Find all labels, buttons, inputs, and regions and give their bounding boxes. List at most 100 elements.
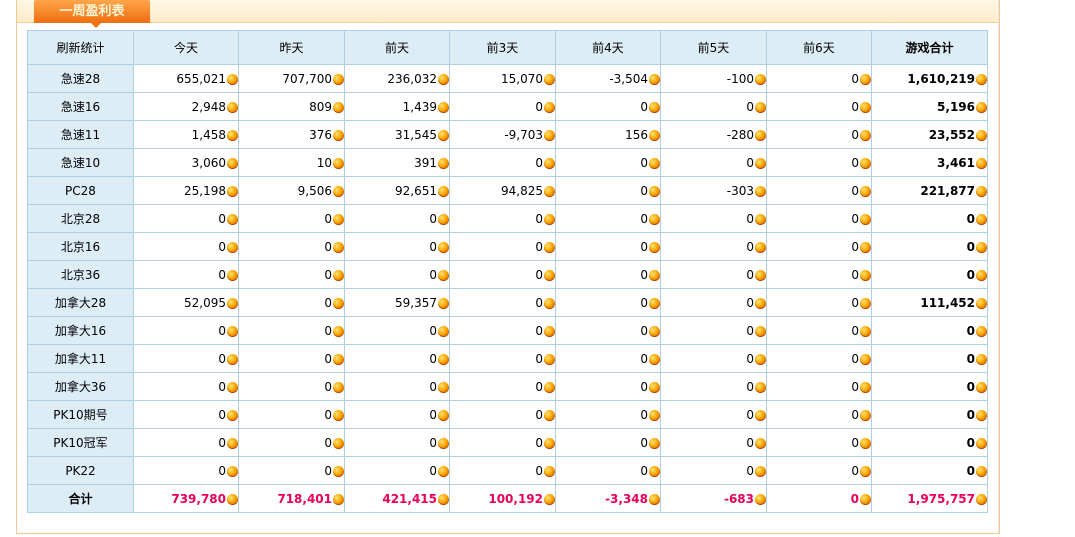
value-text: 0 <box>851 99 859 114</box>
value-text: 0 <box>966 379 975 394</box>
value-text: 0 <box>746 267 754 282</box>
gold-coin-icon <box>860 157 871 169</box>
value-text: 0 <box>535 155 543 170</box>
value-text: 0 <box>851 407 859 422</box>
value-text: 156 <box>625 127 648 142</box>
value-cell: 376 <box>238 120 345 149</box>
value-cell: 0 <box>660 428 767 457</box>
gold-coin-icon <box>544 493 555 505</box>
value-cell: 0 <box>449 316 556 345</box>
gold-coin-icon <box>227 409 238 421</box>
gold-coin-icon <box>227 297 238 309</box>
col-header-4-days-ago: 前4天 <box>555 30 661 65</box>
gold-coin-icon <box>438 157 449 169</box>
value-text: 0 <box>966 435 975 450</box>
value-text: 52,095 <box>184 295 226 310</box>
value-cell: 0 <box>555 428 661 457</box>
value-cell: 0 <box>555 400 661 429</box>
value-cell: 0 <box>133 316 239 345</box>
summary-label: 合计 <box>27 484 134 513</box>
value-cell: 0 <box>766 176 872 205</box>
value-text: 0 <box>851 379 859 394</box>
game-name: 急速10 <box>27 148 134 177</box>
value-cell: 15,070 <box>449 64 556 93</box>
game-name: 加拿大36 <box>27 372 134 401</box>
value-text: 0 <box>218 379 226 394</box>
panel-title-tab[interactable]: 一周盈利表 <box>34 0 150 23</box>
value-text: 0 <box>746 155 754 170</box>
game-name: 北京28 <box>27 204 134 233</box>
tab-pointer <box>91 23 101 28</box>
col-header-refresh[interactable]: 刷新统计 <box>27 30 134 65</box>
gold-coin-icon <box>333 297 344 309</box>
value-text: 0 <box>218 435 226 450</box>
value-text: 94,825 <box>501 183 543 198</box>
value-text: 221,877 <box>920 183 975 198</box>
value-cell: 0 <box>344 400 450 429</box>
col-header-day-before: 前天 <box>344 30 450 65</box>
gold-coin-icon <box>649 269 660 281</box>
game-total-cell: 0 <box>871 372 988 401</box>
gold-coin-icon <box>976 129 987 141</box>
value-text: 0 <box>746 239 754 254</box>
value-cell: 0 <box>555 316 661 345</box>
value-text: 0 <box>535 463 543 478</box>
game-total-cell: 1,610,219 <box>871 64 988 93</box>
table-row: 加拿大36 0 0 0 0 0 0 0 0 <box>27 372 988 401</box>
value-cell: 0 <box>133 372 239 401</box>
value-cell: 0 <box>449 400 556 429</box>
col-header-6-days-ago: 前6天 <box>766 30 872 65</box>
table-row: 急速11 1,458 376 31,545 -9,703 156 -280 0 23,552 <box>27 120 988 149</box>
gold-coin-icon <box>860 101 871 113</box>
table-header-row: 刷新统计 今天 昨天 前天 前3天 前4天 前5天 前6天 游戏合计 <box>27 30 988 65</box>
value-cell: 0 <box>766 372 872 401</box>
value-cell: 31,545 <box>344 120 450 149</box>
table-body: 急速28 655,021 707,700 236,032 15,070 -3,504 -10… <box>27 64 988 513</box>
gold-coin-icon <box>755 185 766 197</box>
value-text: -9,703 <box>504 127 543 142</box>
value-text: 111,452 <box>920 295 975 310</box>
value-cell: 0 <box>766 232 872 261</box>
value-cell: 0 <box>660 148 767 177</box>
gold-coin-icon <box>860 437 871 449</box>
gold-coin-icon <box>544 157 555 169</box>
gold-coin-icon <box>860 325 871 337</box>
gold-coin-icon <box>227 157 238 169</box>
game-total-cell: 0 <box>871 260 988 289</box>
game-total-cell: 0 <box>871 344 988 373</box>
table-row: PK10冠军 0 0 0 0 0 0 0 0 <box>27 428 988 457</box>
gold-coin-icon <box>976 325 987 337</box>
gold-coin-icon <box>438 325 449 337</box>
gold-coin-icon <box>438 101 449 113</box>
gold-coin-icon <box>755 493 766 505</box>
value-text: 0 <box>324 239 332 254</box>
gold-coin-icon <box>649 465 660 477</box>
gold-coin-icon <box>227 437 238 449</box>
value-cell: 0 <box>555 344 661 373</box>
value-cell: -9,703 <box>449 120 556 149</box>
gold-coin-icon <box>755 465 766 477</box>
value-text: 0 <box>966 323 975 338</box>
table-row: 加拿大11 0 0 0 0 0 0 0 0 <box>27 344 988 373</box>
gold-coin-icon <box>333 73 344 85</box>
value-cell: 0 <box>766 260 872 289</box>
value-cell: 0 <box>238 428 345 457</box>
game-total-cell: 221,877 <box>871 176 988 205</box>
gold-coin-icon <box>544 101 555 113</box>
value-cell: -683 <box>660 484 767 513</box>
value-cell: 0 <box>133 456 239 485</box>
value-text: 0 <box>851 183 859 198</box>
value-text: 0 <box>640 407 648 422</box>
value-cell: 0 <box>555 288 661 317</box>
value-cell: 0 <box>133 400 239 429</box>
value-cell: 1,439 <box>344 92 450 121</box>
value-cell: 0 <box>766 484 872 513</box>
gold-coin-icon <box>976 465 987 477</box>
value-text: 0 <box>324 463 332 478</box>
value-text: 0 <box>218 323 226 338</box>
gold-coin-icon <box>438 493 449 505</box>
value-cell: 0 <box>238 456 345 485</box>
value-cell: 0 <box>449 260 556 289</box>
value-text: 25,198 <box>184 183 226 198</box>
game-total-cell: 1,975,757 <box>871 484 988 513</box>
